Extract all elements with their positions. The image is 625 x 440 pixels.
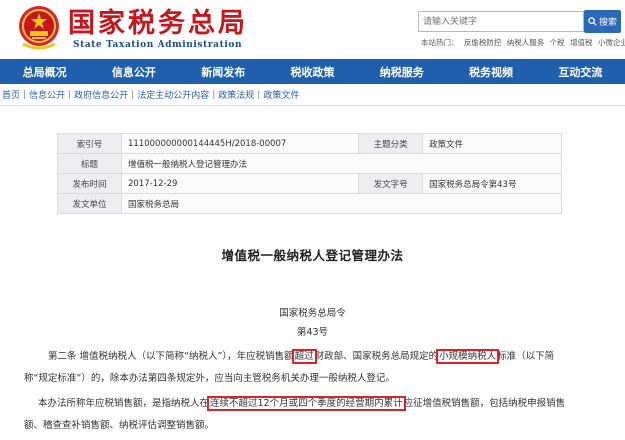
main-nav: 总局概况 信息公开 新闻发布 税收政策 纳税服务 税务视频 互动交流 [0,59,625,84]
nav-item-tax-policy[interactable]: 税收政策 [268,59,357,84]
paragraph-2-line-2: 额、稽查查补销售额、纳税评估调整销售额。 [24,420,215,431]
breadcrumb-separator: | [212,89,216,100]
national-emblem-icon [19,6,59,50]
search-icon [588,17,597,26]
unit-label: 发文单位 [57,193,122,214]
nav-item-video[interactable]: 税务视频 [446,59,535,84]
hot-word-link[interactable]: 增值税 [570,38,593,47]
search-button-label: 搜索 [598,18,617,28]
article-2-line-2: 称“规定标准”）的，除本办法第四条规定外，应当向主管税务机关办理一般纳税人登记。 [24,373,395,384]
text-segment: 标准（以下简 [497,351,555,362]
hot-word-link[interactable]: 个税 [550,38,565,47]
breadcrumb-link[interactable]: 政府信息公开 [74,88,128,101]
date-value: 2017-12-29 [120,173,360,194]
breadcrumb-link[interactable]: 法定主动公开内容 [137,88,209,101]
breadcrumb: 首页 | 信息公开 | 政府信息公开 | 法定主动公开内容 | 政策法规 | 政策文件 [0,84,625,106]
table-row: 标题 增值税一般纳税人登记管理办法 [57,153,562,174]
hot-words-label: 本站热门： [421,38,459,47]
docno-label: 发文字号 [358,173,424,194]
highlight-period: 连续不超过12个月或四个季度的经营期内累计 [207,396,406,411]
nav-item-news[interactable]: 新闻发布 [179,59,268,84]
text-segment: 第二条 增值税纳税人（以下简称“纳税人”），年应税销售额 [48,351,294,362]
text-segment: 应征增值税销售额，包括纳税申报销售 [403,398,566,409]
table-row: 索引号 111000000000144445H/2018-00007 主题分类 … [57,133,562,154]
site-title[interactable]: 国家税务总局 [68,9,248,39]
nav-item-interaction[interactable]: 互动交流 [536,59,625,84]
breadcrumb-link[interactable]: 首页 [2,88,20,101]
decree-number: 第43号 [296,327,329,338]
breadcrumb-link[interactable]: 政策法规 [218,88,254,101]
breadcrumb-link[interactable]: 信息公开 [29,88,65,101]
breadcrumb-separator: | [68,89,72,100]
highlight-small-taxpayer: 小规模纳税人 [436,349,500,364]
search-input[interactable] [418,11,584,32]
table-row: 发文单位 国家税务总局 [57,193,562,214]
breadcrumb-separator: | [257,89,261,100]
hot-word-link[interactable]: 反偷税防控 [464,38,502,47]
search-button[interactable]: 搜索 [584,10,621,33]
breadcrumb-separator: | [131,89,135,100]
hot-word-link[interactable]: 纳税人服务 [507,38,545,47]
title-label: 标题 [57,153,122,174]
hot-words: 本站热门： 反偷税防控 纳税人服务 个税 增值税 小微企业 发票 [421,37,625,48]
article-2-line-1: 第二条 增值税纳税人（以下简称“纳税人”），年应税销售额超过财政部、国家税务总局… [12,347,615,366]
text-segment: 本办法所称年应税销售额，是指纳税人在 [38,398,210,409]
nav-item-info-disclosure[interactable]: 信息公开 [89,59,178,84]
docno-value: 国家税务总局令第43号 [422,173,562,194]
site-header: 国家税务总局 State Taxation Administration 搜索 … [0,0,625,58]
decree-issuer: 国家税务总局令 [279,308,346,319]
breadcrumb-separator: | [23,89,27,100]
highlight-exceed: 超过 [291,349,317,364]
paragraph-2-line-1: 本办法所称年应税销售额，是指纳税人在连续不超过12个月或四个季度的经营期内累计应… [12,394,615,413]
index-label: 索引号 [57,133,122,154]
table-row: 发布时间 2017-12-29 发文字号 国家税务总局令第43号 [57,173,562,194]
nav-item-taxpayer-service[interactable]: 纳税服务 [357,59,446,84]
unit-value: 国家税务总局 [121,193,562,214]
title-value: 增值税一般纳税人登记管理办法 [121,153,562,174]
index-value: 111000000000144445H/2018-00007 [120,133,360,154]
site-subtitle: State Taxation Administration [73,40,243,50]
document-title: 增值税一般纳税人登记管理办法 [221,248,404,263]
hot-word-link[interactable]: 小微企业 [598,38,625,47]
text-segment: 财政部、国家税务总局规定的 [314,351,439,362]
document-meta-table: 索引号 111000000000144445H/2018-00007 主题分类 … [57,133,562,214]
category-value: 政策文件 [422,133,562,154]
nav-item-overview[interactable]: 总局概况 [0,59,89,84]
category-label: 主题分类 [358,133,424,154]
date-label: 发布时间 [57,173,122,194]
breadcrumb-current[interactable]: 政策文件 [263,88,299,101]
